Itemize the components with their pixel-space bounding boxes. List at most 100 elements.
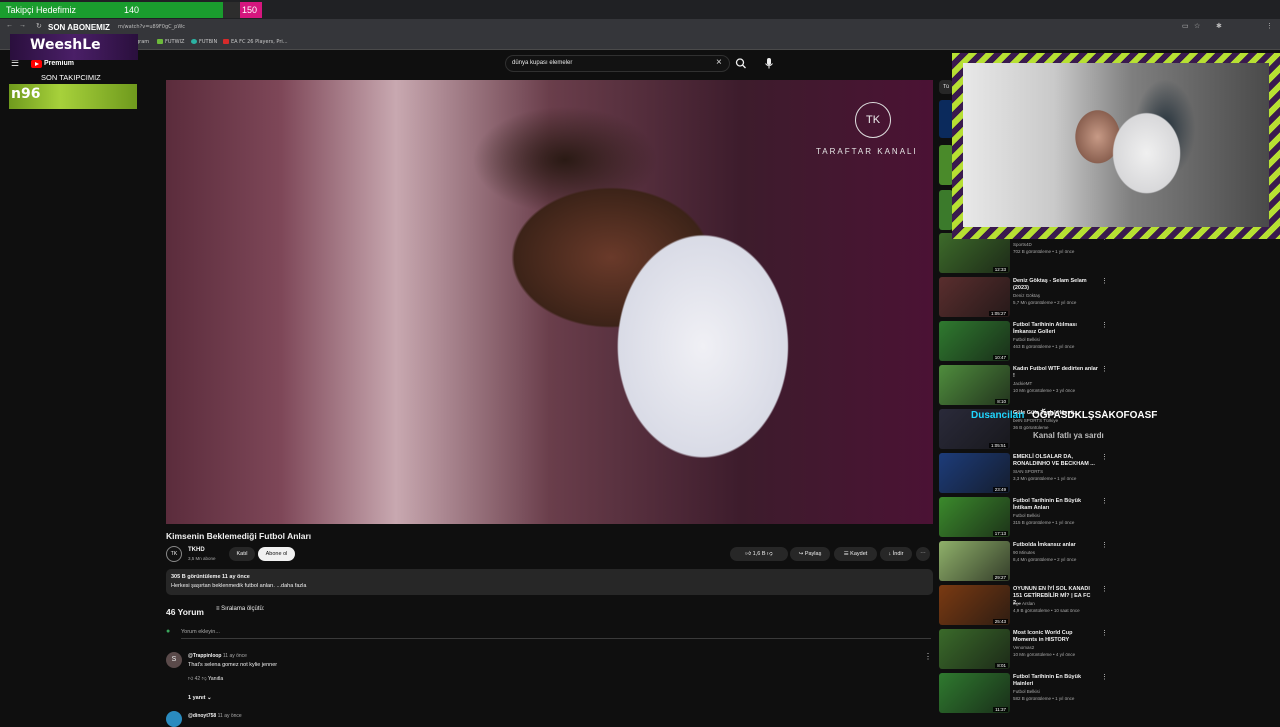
video-menu-icon[interactable]: ⋮ [1101,277,1108,285]
recommended-video[interactable]: 1:05:27 Deniz Göktaş - Selam Selam (2023)… [939,277,1109,319]
like-dislike-button[interactable]: 👍︎ 1,6 B 👎︎ [730,547,788,561]
channel-watermark-text: TARAFTAR KANALI [816,147,918,156]
recommended-video[interactable]: 25:43 OYUNUN EN İYİ SOL KANADI 151 GETİRE… [939,585,1109,627]
video-menu-icon[interactable]: ⋮ [1101,673,1108,681]
youtube-premium-label: Premium [44,60,74,67]
video-meta: 10 Mn görüntüleme • 4 yıl önce [1013,652,1076,657]
share-button[interactable]: ↪ Paylaş [790,547,830,561]
video-duration: 10:47 [992,355,1008,360]
reply-button[interactable]: Yanıtla [208,676,223,682]
comment-avatar[interactable]: S [166,652,182,668]
video-channel[interactable]: Futbol Belkisi [1013,689,1040,694]
download-label: İndir [892,551,904,557]
filter-chip[interactable]: Tü [939,80,953,94]
comment-author[interactable]: @dinoyt758 11 ay önce [188,713,242,719]
recommended-video[interactable]: 8:10 Kadın Futbol WTF dedirten anlar ! Jac… [939,365,1109,407]
comment-author[interactable]: @Trappinloop 11 ay önce [188,653,247,659]
chat-alert-subtext: Kanal fatlı ya sardı [1033,431,1104,440]
add-comment-input[interactable]: Yorum ekleyin... [181,629,220,635]
video-menu-icon[interactable]: ⋮ [1101,541,1108,549]
reload-icon[interactable]: ↻ [36,22,42,30]
webcam-feed [963,63,1269,227]
replies-toggle[interactable]: 1 yanıt ⌄ [188,695,212,701]
description-text[interactable]: Herkesi şaşırtan beklenmedik futbol anla… [171,583,306,589]
microphone-icon[interactable] [762,55,776,72]
video-channel[interactable]: 90 Minutes [1013,550,1035,555]
recommended-video[interactable]: 11:37 Futbol Tarihinin En Büyük Hainleri F… [939,673,1109,715]
comments-count: 46 Yorum [166,607,204,617]
sort-comments-button[interactable]: ≡ Sıralama ölçütü: [216,606,265,612]
youtube-logo-icon[interactable] [31,60,42,68]
video-meta: 8,4 Mn görüntüleme • 2 yıl önce [1013,557,1077,562]
bookmark-item[interactable]: FUTBIN [191,39,217,45]
video-menu-icon[interactable]: ⋮ [1101,321,1108,329]
bookmark-star-icon[interactable]: ☆ [1194,22,1200,30]
video-menu-icon[interactable]: ⋮ [1101,629,1108,637]
description-box[interactable] [166,569,933,595]
video-menu-icon[interactable]: ⋮ [1101,365,1108,373]
download-button[interactable]: ↓ İndir [880,547,912,561]
comment-avatar[interactable] [166,711,182,727]
video-channel[interactable]: Futbol Belkisi [1013,337,1040,342]
install-icon[interactable]: ▭ [1182,22,1189,30]
search-input-value[interactable]: dünya kupası elemeler [512,60,572,66]
video-channel[interactable]: Futbol Belkisi [1013,513,1040,518]
recommended-video[interactable]: 12:33Futbolda En Komik AnlarSports4D702 … [939,233,1109,275]
forward-icon[interactable]: → [19,22,26,29]
video-thumbnail[interactable] [939,190,953,230]
recommended-video[interactable]: 29:27 Futbolda İmkansız anlar 90 Minutes 8,… [939,541,1109,583]
chrome-menu-icon[interactable]: ⋮ [1266,22,1273,30]
video-title[interactable]: Futbol Tarihinin En Büyük Hainleri [1013,674,1098,688]
video-menu-icon[interactable]: ⋮ [1101,585,1108,593]
recommended-video[interactable]: 10:47 Futbol Tarihinin Atılması İmkansız … [939,321,1109,363]
last-subscriber-label: SON ABONEMIZ [48,23,110,32]
back-icon[interactable]: ← [6,22,13,29]
sort-label: Sıralama ölçütü: [221,606,265,612]
recommended-video[interactable]: 23:49 EMEKLİ OLSALAR DA, RONALDINHO VE BE… [939,453,1109,495]
video-channel[interactable]: SIAN SPORTS [1013,469,1043,474]
channel-name[interactable]: TKHD [188,547,205,553]
comment-menu-icon[interactable]: ⋮ [924,652,932,661]
thumbs-down-icon[interactable]: 👎︎ [766,551,773,557]
video-thumbnail[interactable] [939,100,953,138]
thumbs-down-icon[interactable]: 👎︎ [200,676,208,682]
last-follower-name: n96 [11,86,41,102]
video-title[interactable]: Kadın Futbol WTF dedirten anlar ! [1013,366,1098,380]
bookmark-item[interactable]: FUTWIZ [157,39,184,45]
video-thumbnail[interactable] [939,145,953,185]
video-channel[interactable]: Deniz Göktaş [1013,293,1040,298]
last-subscriber-name: WeeshLe [30,37,101,53]
video-title[interactable]: Deniz Göktaş - Selam Selam (2023) [1013,278,1098,292]
video-channel[interactable]: Ege Arslan [1013,601,1035,606]
video-channel[interactable]: Venomas2 [1013,645,1034,650]
follower-goal-max: 150 [242,5,258,15]
recommended-video[interactable]: 17:13 Futbol Tarihinin En Büyük İntikam A… [939,497,1109,539]
extensions-icon[interactable]: ✱ [1216,22,1222,30]
more-actions-icon[interactable]: ⋯ [916,547,930,561]
save-button[interactable]: ☰ Kaydet [834,547,877,561]
subscribe-button[interactable]: Abone ol [258,547,295,561]
video-title[interactable]: Most Iconic World Cup Moments in HISTORY [1013,630,1098,644]
video-title[interactable]: Futbolda İmkansız anlar [1013,542,1098,549]
video-title[interactable]: Futbol Tarihinin En Büyük İntikam Anları [1013,498,1098,512]
video-meta: 10 Mn görüntüleme • 3 yıl önce [1013,388,1076,393]
follower-goal-label: Takipçi Hedefimiz [6,5,77,15]
recommended-video[interactable]: 8:01 Most Iconic World Cup Moments in HIS… [939,629,1109,671]
video-duration: 8:01 [995,663,1008,668]
channel-avatar[interactable]: TK [166,546,182,562]
bookmark-item[interactable]: EA FC 26 Players, Pri... [223,39,288,45]
close-icon[interactable]: × [716,57,722,68]
thumbs-up-icon[interactable]: 👍︎ [188,676,195,682]
address-bar[interactable]: m/watch?v=u89F0gC_pWc [118,24,185,30]
video-menu-icon[interactable]: ⋮ [1101,453,1108,461]
video-meta: 5,7 Mn görüntüleme • 2 yıl önce [1013,300,1077,305]
thumbs-up-icon: 👍︎ [745,551,753,557]
video-channel[interactable]: Sports4D [1013,242,1032,247]
video-title[interactable]: Futbol Tarihinin Atılması İmkansız Golle… [1013,322,1098,336]
join-button[interactable]: Katıl [229,547,255,561]
video-title[interactable]: EMEKLİ OLSALAR DA, RONALDINHO VE BECKHAM… [1013,454,1098,468]
video-duration: 1:05:27 [988,311,1008,316]
video-menu-icon[interactable]: ⋮ [1101,497,1108,505]
video-channel[interactable]: JackieMT [1013,381,1032,386]
search-icon[interactable] [733,55,749,72]
